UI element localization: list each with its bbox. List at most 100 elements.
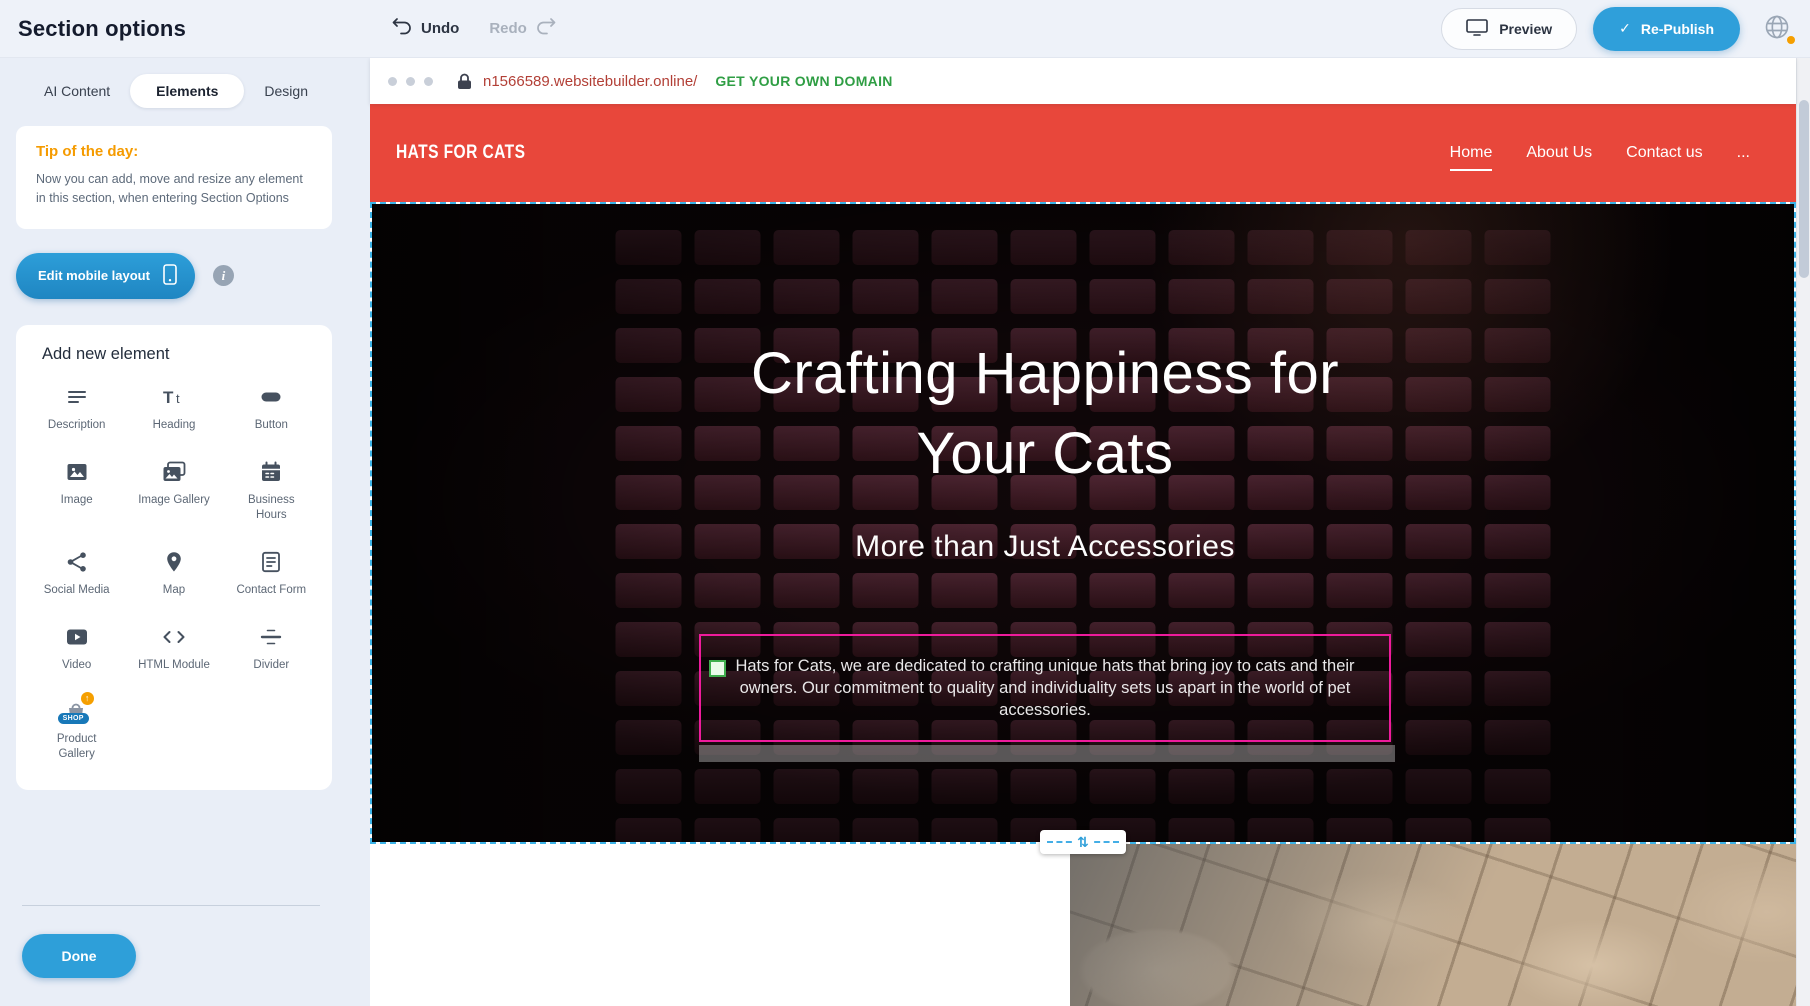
element-grid: Description Tt Heading Button <box>28 384 320 763</box>
element-label: Map <box>163 583 185 598</box>
topbar: Section options Undo Redo <box>0 0 1810 58</box>
done-button[interactable]: Done <box>22 934 136 978</box>
element-button[interactable]: Button <box>223 384 320 433</box>
svg-text:T: T <box>163 388 174 407</box>
next-section-content <box>370 844 1070 1006</box>
undo-redo-group: Undo Redo <box>392 18 556 39</box>
window-dot <box>424 77 433 86</box>
element-image[interactable]: Image <box>28 459 125 523</box>
sidebar: AI Content Elements Design Tip of the da… <box>0 58 348 1006</box>
monitor-icon <box>1466 19 1488 39</box>
site-nav: Home About Us Contact us ... <box>1450 144 1750 162</box>
republish-label: Re-Publish <box>1641 21 1714 37</box>
site-header[interactable]: HATS FOR CATS Home About Us Contact us .… <box>370 104 1796 202</box>
element-label: Social Media <box>44 583 110 598</box>
element-business-hours[interactable]: Business Hours <box>223 459 320 523</box>
notification-dot <box>1787 36 1795 44</box>
hero-headline[interactable]: Crafting Happiness for Your Cats <box>695 334 1395 494</box>
image-gallery-icon <box>161 459 187 486</box>
browser-bar: n1566589.websitebuilder.online/ GET YOUR… <box>370 58 1796 104</box>
resize-arrows-icon: ⇅ <box>1074 835 1092 849</box>
republish-button[interactable]: ✓ Re-Publish <box>1593 7 1740 51</box>
element-video[interactable]: Video <box>28 624 125 673</box>
tab-design[interactable]: Design <box>250 74 322 108</box>
element-label: Video <box>62 658 91 673</box>
element-label: Description <box>48 418 106 433</box>
hero-content: Crafting Happiness for Your Cats More th… <box>372 204 1794 842</box>
social-media-icon <box>65 549 89 576</box>
heading-icon: Tt <box>161 384 187 411</box>
nav-more[interactable]: ... <box>1737 144 1750 162</box>
element-label: Divider <box>253 658 289 673</box>
image-icon <box>65 459 89 486</box>
nav-contact-us[interactable]: Contact us <box>1626 144 1702 162</box>
section-height-resize-handle[interactable]: ⇅ <box>1040 830 1126 854</box>
business-hours-icon <box>259 459 283 486</box>
topbar-actions: Preview ✓ Re-Publish <box>1441 7 1798 51</box>
language-globe-button[interactable] <box>1756 8 1798 50</box>
element-label: Image <box>61 493 93 508</box>
element-label: Image Gallery <box>138 493 210 508</box>
mobile-layout-row: Edit mobile layout i <box>16 253 332 299</box>
element-map[interactable]: Map <box>125 549 222 598</box>
element-divider[interactable]: Divider <box>223 624 320 673</box>
shop-badge: SHOP <box>58 713 89 724</box>
hero-subheadline[interactable]: More than Just Accessories <box>855 530 1235 564</box>
sidebar-tabs: AI Content Elements Design <box>30 74 322 108</box>
map-icon <box>162 549 186 576</box>
video-icon <box>65 624 89 651</box>
element-product-gallery[interactable]: SHOP ↑ Product Gallery <box>28 698 125 762</box>
product-gallery-icon: SHOP ↑ <box>64 698 90 725</box>
app: Section options Undo Redo <box>0 0 1810 1006</box>
check-icon: ✓ <box>1619 20 1631 37</box>
get-domain-link[interactable]: GET YOUR OWN DOMAIN <box>715 73 892 89</box>
site-url[interactable]: n1566589.websitebuilder.online/ <box>483 73 697 90</box>
window-dot <box>406 77 415 86</box>
site-preview: n1566589.websitebuilder.online/ GET YOUR… <box>370 58 1796 1006</box>
preview-button[interactable]: Preview <box>1441 8 1577 50</box>
nav-about-us[interactable]: About Us <box>1526 144 1592 162</box>
add-element-title: Add new element <box>42 345 320 364</box>
undo-icon <box>392 18 412 39</box>
description-icon <box>65 384 89 411</box>
redo-icon <box>536 18 556 39</box>
tip-body: Now you can add, move and resize any ele… <box>36 170 312 209</box>
main-layout: AI Content Elements Design Tip of the da… <box>0 58 1810 1006</box>
site-logo[interactable]: HATS FOR CATS <box>396 142 525 164</box>
element-contact-form[interactable]: Contact Form <box>223 549 320 598</box>
element-html-module[interactable]: HTML Module <box>125 624 222 673</box>
info-icon[interactable]: i <box>213 265 234 286</box>
tab-ai-content[interactable]: AI Content <box>30 74 124 108</box>
selected-hero-section[interactable]: Crafting Happiness for Your Cats More th… <box>370 202 1796 844</box>
hero-paragraph[interactable]: Hats for Cats, we are dedicated to craft… <box>731 656 1359 722</box>
divider-line <box>22 905 320 906</box>
element-label: Business Hours <box>232 493 310 523</box>
element-resize-handle[interactable] <box>709 660 726 677</box>
divider-icon <box>259 624 283 651</box>
lock-icon <box>457 73 472 90</box>
element-underlay <box>699 745 1395 762</box>
next-section[interactable] <box>370 844 1796 1006</box>
undo-button[interactable]: Undo <box>392 18 459 39</box>
nav-home[interactable]: Home <box>1450 144 1493 162</box>
svg-text:t: t <box>176 391 180 406</box>
add-element-panel: Add new element Description Tt Heading <box>16 325 332 791</box>
tab-elements[interactable]: Elements <box>130 74 244 108</box>
window-dot <box>388 77 397 86</box>
element-social-media[interactable]: Social Media <box>28 549 125 598</box>
element-description[interactable]: Description <box>28 384 125 433</box>
html-module-icon <box>161 624 187 651</box>
phone-icon <box>163 264 177 288</box>
redo-label: Redo <box>489 20 527 37</box>
element-image-gallery[interactable]: Image Gallery <box>125 459 222 523</box>
scrollbar[interactable] <box>1796 58 1810 1006</box>
scrollbar-thumb[interactable] <box>1799 100 1809 278</box>
selected-text-element[interactable]: Hats for Cats, we are dedicated to craft… <box>699 634 1391 742</box>
element-heading[interactable]: Tt Heading <box>125 384 222 433</box>
tip-card: Tip of the day: Now you can add, move an… <box>16 126 332 229</box>
edit-mobile-layout-button[interactable]: Edit mobile layout <box>16 253 195 299</box>
edit-mobile-label: Edit mobile layout <box>38 268 150 283</box>
undo-label: Undo <box>421 20 459 37</box>
redo-button[interactable]: Redo <box>489 18 556 39</box>
page-title: Section options <box>18 16 186 42</box>
